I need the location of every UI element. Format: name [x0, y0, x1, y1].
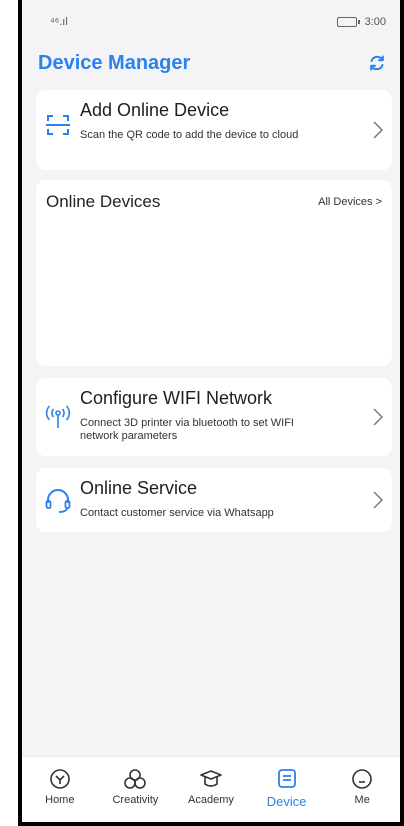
tab-home[interactable]: Home — [28, 767, 92, 806]
tab-creativity[interactable]: Creativity — [103, 767, 167, 806]
creativity-icon — [123, 767, 147, 791]
wifi-text: Configure WIFI Network Connect 3D printe… — [80, 378, 364, 443]
status-bar: ⁴⁶.ıl 3:00 — [22, 0, 400, 44]
bottom-tab-bar: Home Creativity Academy Device Me — [22, 756, 400, 822]
me-icon — [351, 767, 373, 791]
configure-wifi-card[interactable]: Configure WIFI Network Connect 3D printe… — [36, 378, 392, 456]
tab-academy-label: Academy — [188, 794, 234, 806]
status-time: 3:00 — [364, 16, 386, 28]
service-text: Online Service Contact customer service … — [80, 468, 364, 520]
all-devices-link[interactable]: All Devices > — [318, 196, 382, 208]
wifi-subtitle: Connect 3D printer via bluetooth to set … — [80, 417, 294, 442]
battery-icon — [336, 17, 360, 27]
tab-home-label: Home — [45, 794, 75, 806]
service-subtitle: Contact customer service via Whatsapp — [80, 507, 274, 519]
online-devices-card: Online Devices All Devices > — [36, 180, 392, 366]
phone-frame: ⁴⁶.ıl 3:00 Device Manager Add Online Dev… — [18, 0, 404, 826]
tab-device-label: Device — [266, 794, 307, 809]
headset-icon — [36, 468, 80, 514]
add-device-text: Add Online Device Scan the QR code to ad… — [80, 90, 364, 142]
scan-icon — [36, 90, 80, 138]
add-online-device-card[interactable]: Add Online Device Scan the QR code to ad… — [36, 90, 392, 170]
wifi-title: Configure WIFI Network — [80, 388, 273, 408]
status-right: 3:00 — [336, 16, 386, 28]
online-service-card[interactable]: Online Service Contact customer service … — [36, 468, 392, 532]
tab-me-label: Me — [354, 794, 370, 806]
chevron-right-icon — [364, 90, 392, 170]
tab-creativity-label: Creativity — [112, 794, 159, 806]
add-device-subtitle: Scan the QR code to add the device to cl… — [80, 129, 299, 141]
tab-me[interactable]: Me — [330, 767, 394, 806]
home-icon — [49, 767, 71, 791]
refresh-icon[interactable] — [366, 52, 388, 74]
signal-indicator: ⁴⁶.ıl — [50, 16, 68, 28]
chevron-right-icon — [364, 378, 392, 456]
academy-icon — [199, 767, 223, 791]
tab-device[interactable]: Device — [255, 767, 319, 809]
header: Device Manager — [22, 46, 400, 80]
wifi-antenna-icon — [36, 378, 80, 430]
online-devices-title: Online Devices — [46, 192, 161, 211]
chevron-right-icon — [364, 468, 392, 532]
add-device-title: Add Online Device — [80, 100, 230, 120]
page-title: Device Manager — [38, 51, 191, 74]
service-title: Online Service — [80, 478, 198, 498]
tab-academy[interactable]: Academy — [179, 767, 243, 806]
device-icon — [276, 767, 298, 791]
